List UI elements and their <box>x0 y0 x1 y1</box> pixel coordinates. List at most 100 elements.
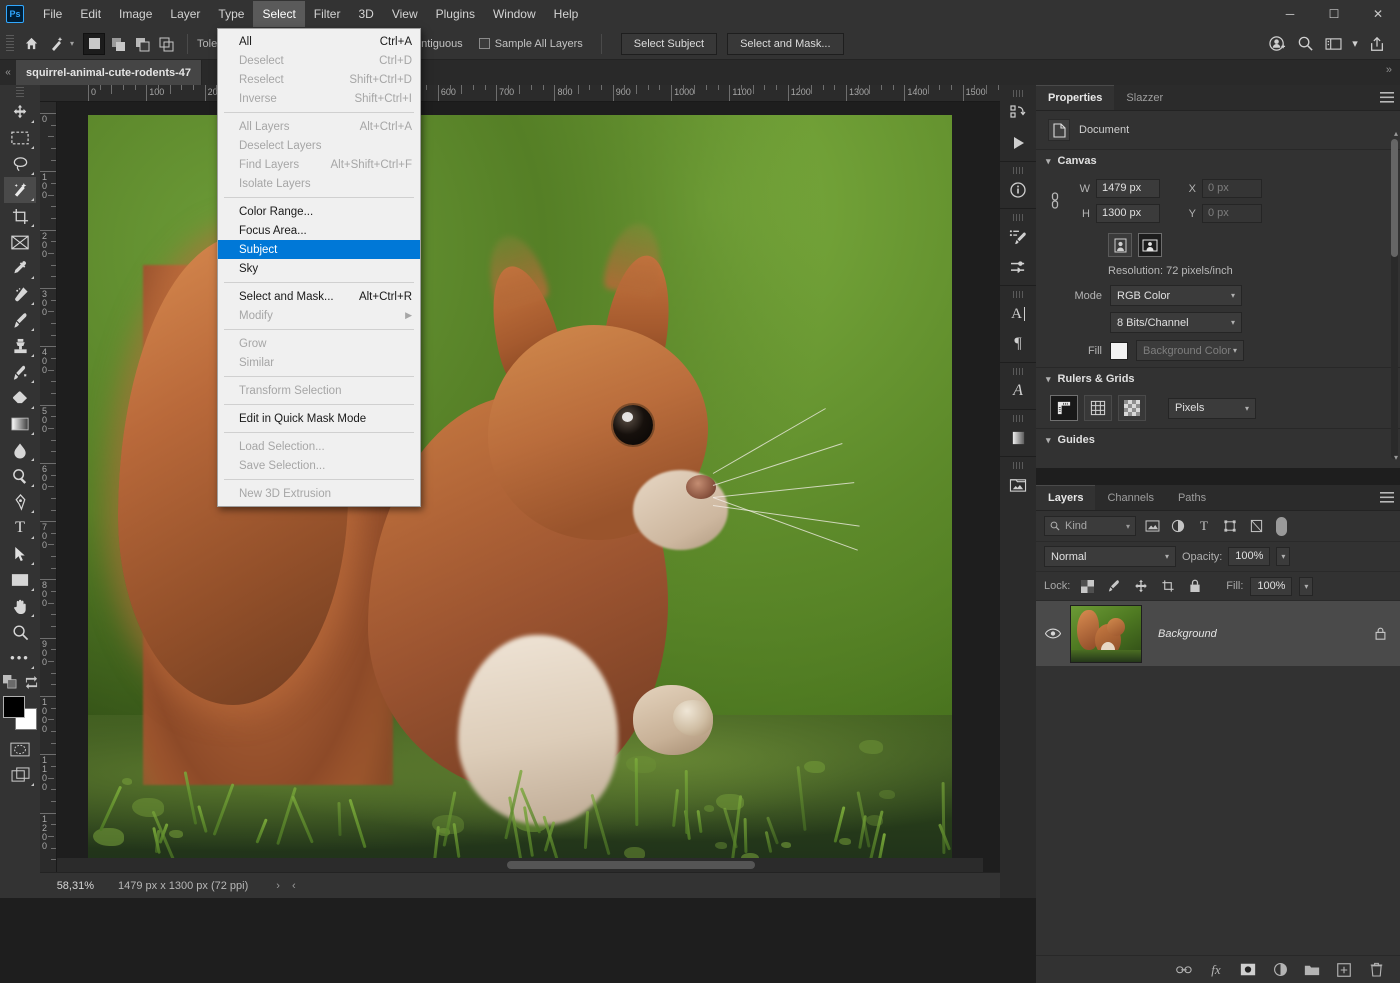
eyedropper-tool[interactable] <box>4 255 36 281</box>
paragraph-icon[interactable]: ¶ <box>1003 329 1033 359</box>
menu-edit[interactable]: Edit <box>71 1 110 27</box>
move-tool[interactable] <box>4 99 36 125</box>
clone-stamp-tool[interactable] <box>4 333 36 359</box>
table-row[interactable]: Background <box>1036 600 1400 666</box>
maximize-button[interactable]: ☐ <box>1312 0 1356 28</box>
type-filter-icon[interactable]: T <box>1194 516 1214 536</box>
link-icon[interactable] <box>1036 191 1074 211</box>
adjustment-layer-icon[interactable] <box>1272 962 1288 978</box>
guides-section-header[interactable]: ▾ Guides <box>1036 428 1400 451</box>
chevrons-left-icon[interactable]: « <box>0 60 16 85</box>
subtract-from-selection-button[interactable] <box>131 33 153 55</box>
panel-menu-icon[interactable] <box>1374 485 1400 510</box>
canvas-area[interactable] <box>57 102 1040 872</box>
menu-item-select-and-mask[interactable]: Select and Mask...Alt+Ctrl+R <box>218 287 420 306</box>
rail-grip-2[interactable] <box>1013 167 1023 174</box>
canvas-section-header[interactable]: ▾ Canvas <box>1036 149 1400 172</box>
chevron-down-icon[interactable]: ▾ <box>1348 31 1362 57</box>
menu-filter[interactable]: Filter <box>305 1 350 27</box>
menu-item-sky[interactable]: Sky <box>218 259 420 278</box>
swap-colors-icon[interactable] <box>25 676 38 692</box>
rectangular-marquee-tool[interactable] <box>4 125 36 151</box>
workspace-icon[interactable] <box>1320 31 1346 57</box>
history-brush-tool[interactable] <box>4 359 36 385</box>
eye-icon[interactable] <box>1036 628 1070 639</box>
rail-grip-6[interactable] <box>1013 415 1023 422</box>
character-icon[interactable]: A <box>1003 299 1033 329</box>
properties-scrollbar[interactable] <box>1391 139 1398 459</box>
options-bar-grip[interactable] <box>6 35 14 53</box>
menu-image[interactable]: Image <box>110 1 161 27</box>
color-swatches[interactable] <box>3 696 37 730</box>
add-to-selection-button[interactable] <box>107 33 129 55</box>
menu-item-color-range[interactable]: Color Range... <box>218 202 420 221</box>
spot-healing-brush-tool[interactable] <box>4 281 36 307</box>
opacity-chevron-down-icon[interactable]: ▾ <box>1276 547 1290 566</box>
filter-toggle-icon[interactable] <box>1276 517 1287 536</box>
tab-channels[interactable]: Channels <box>1095 485 1165 510</box>
brush-settings-icon[interactable] <box>1003 222 1033 252</box>
adjustments-icon[interactable] <box>1003 252 1033 282</box>
hand-tool[interactable] <box>4 593 36 619</box>
history-icon[interactable] <box>1003 98 1033 128</box>
object-selection-tool[interactable] <box>4 177 36 203</box>
ruler-units-select[interactable]: Pixels ▾ <box>1168 398 1256 419</box>
search-icon[interactable] <box>1292 31 1318 57</box>
menu-help[interactable]: Help <box>545 1 588 27</box>
smart-object-filter-icon[interactable] <box>1246 516 1266 536</box>
new-layer-icon[interactable] <box>1336 962 1352 978</box>
libraries-icon[interactable] <box>1003 470 1033 500</box>
blur-tool[interactable] <box>4 437 36 463</box>
portrait-orientation-icon[interactable] <box>1108 233 1132 257</box>
new-selection-button[interactable] <box>83 33 105 55</box>
tool-preset-chevron-icon[interactable]: ▾ <box>70 39 74 48</box>
menu-plugins[interactable]: Plugins <box>427 1 484 27</box>
tab-properties[interactable]: Properties <box>1036 85 1114 110</box>
lock-artboard-icon[interactable] <box>1158 576 1178 596</box>
grid-icon[interactable] <box>1084 395 1112 421</box>
adjustment-filter-icon[interactable] <box>1168 516 1188 536</box>
foreground-color-swatch[interactable] <box>3 696 25 718</box>
scroll-down-icon[interactable]: ▾ <box>1394 453 1398 462</box>
frame-tool[interactable] <box>4 229 36 255</box>
chevron-right-icon[interactable]: › <box>270 880 286 892</box>
chevron-left-icon[interactable]: ‹ <box>286 880 302 892</box>
layer-name[interactable]: Background <box>1142 628 1360 640</box>
transparency-grid-icon[interactable] <box>1118 395 1146 421</box>
bit-depth-select[interactable]: 8 Bits/Channel ▾ <box>1110 312 1242 333</box>
chevrons-right-icon[interactable]: » <box>1386 60 1400 85</box>
lock-all-icon[interactable] <box>1185 576 1205 596</box>
play-icon[interactable] <box>1003 128 1033 158</box>
canvas-width-input[interactable]: 1479 px <box>1096 179 1160 198</box>
opacity-input[interactable]: 100% <box>1228 547 1270 566</box>
eraser-tool[interactable] <box>4 385 36 411</box>
layer-thumbnail[interactable] <box>1070 605 1142 663</box>
type-tool[interactable]: T <box>4 515 36 541</box>
rail-grip-5[interactable] <box>1013 368 1023 375</box>
shape-filter-icon[interactable] <box>1220 516 1240 536</box>
intersect-with-selection-button[interactable] <box>155 33 177 55</box>
lasso-tool[interactable] <box>4 151 36 177</box>
menu-file[interactable]: File <box>34 1 71 27</box>
minimize-button[interactable]: ─ <box>1268 0 1312 28</box>
fill-type-select[interactable]: Background Color ▾ <box>1136 340 1244 361</box>
rulers-grids-section-header[interactable]: ▾ Rulers & Grids <box>1036 367 1400 390</box>
canvas-height-input[interactable]: 1300 px <box>1096 204 1160 223</box>
lock-image-pixels-icon[interactable] <box>1104 576 1124 596</box>
share-icon[interactable] <box>1364 31 1390 57</box>
landscape-orientation-icon[interactable] <box>1138 233 1162 257</box>
lock-transparent-pixels-icon[interactable] <box>1077 576 1097 596</box>
ruler-icon[interactable] <box>1050 395 1078 421</box>
color-mode-select[interactable]: RGB Color ▾ <box>1110 285 1242 306</box>
pen-tool[interactable] <box>4 489 36 515</box>
edit-toolbar-tool[interactable]: ••• <box>4 645 36 671</box>
info-icon[interactable] <box>1003 175 1033 205</box>
gradient-tool[interactable] <box>4 411 36 437</box>
menu-item-focus-area[interactable]: Focus Area... <box>218 221 420 240</box>
menu-layer[interactable]: Layer <box>161 1 209 27</box>
add-mask-icon[interactable] <box>1240 962 1256 978</box>
tab-paths[interactable]: Paths <box>1166 485 1218 510</box>
document-tab[interactable]: squirrel-animal-cute-rodents-47 <box>16 60 202 85</box>
delete-layer-icon[interactable] <box>1368 962 1384 978</box>
default-colors-icon[interactable] <box>3 675 17 692</box>
